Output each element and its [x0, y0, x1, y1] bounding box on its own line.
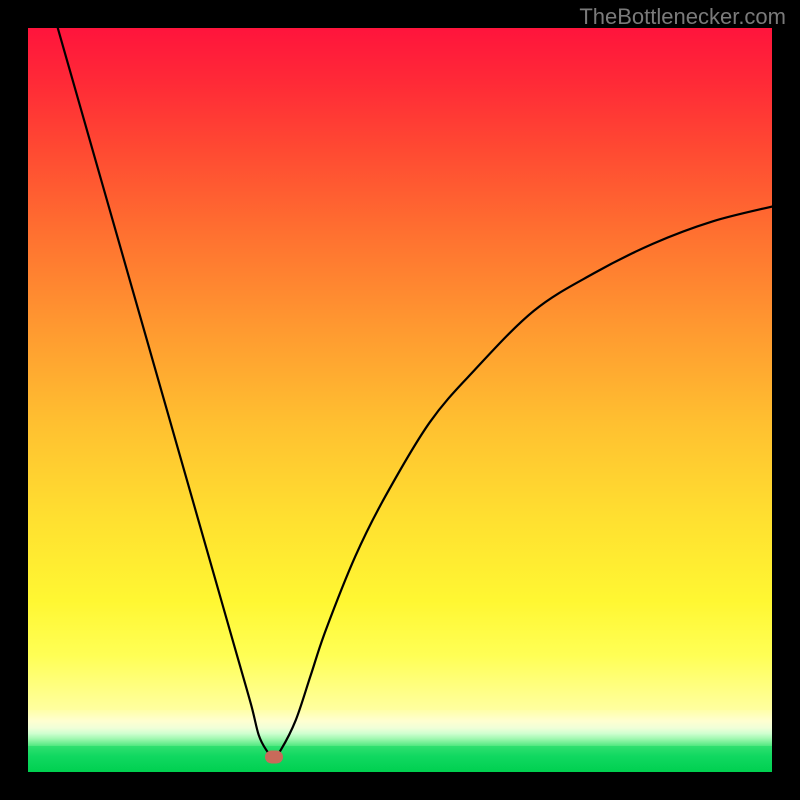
chart-curve-svg — [28, 28, 772, 772]
chart-plot-area — [28, 28, 772, 772]
optimal-point-marker — [265, 751, 283, 764]
watermark-text: TheBottlenecker.com — [579, 4, 786, 30]
bottleneck-curve — [58, 28, 772, 757]
